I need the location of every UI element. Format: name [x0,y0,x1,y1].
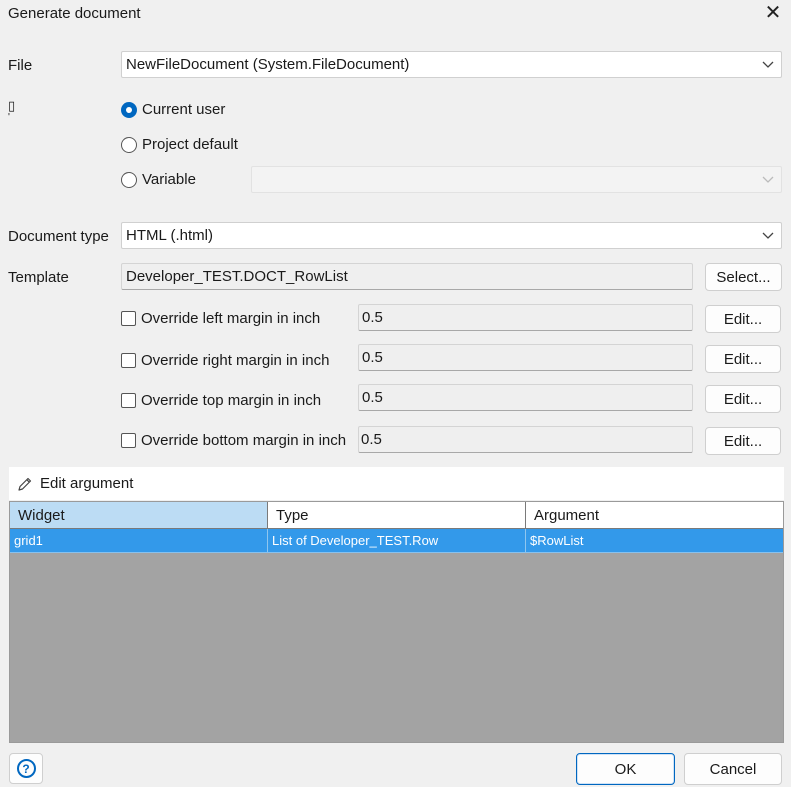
column-header-widget[interactable]: Widget [10,502,268,528]
language-label-glyph: ▯ [8,98,16,113]
radio-current-user-indicator[interactable] [121,101,137,118]
help-button[interactable]: ? [9,753,43,784]
radio-project-default[interactable]: Project default [121,136,238,153]
override-left-margin[interactable]: Override left margin in inch [121,310,320,327]
top-margin-value: 0.5 [362,389,383,406]
override-left-margin-label: Override left margin in inch [141,310,321,327]
left-margin-value: 0.5 [362,309,383,326]
file-dropdown[interactable]: NewFileDocument (System.FileDocument) [121,51,782,78]
cell-argument[interactable]: $RowList [526,529,783,552]
top-margin-edit-button[interactable]: Edit... [705,385,781,413]
right-margin-edit-button[interactable]: Edit... [705,345,781,373]
bottom-margin-edit-button[interactable]: Edit... [705,427,781,455]
right-margin-value: 0.5 [362,349,383,366]
radio-variable-label: Variable [142,171,196,188]
radio-variable[interactable]: Variable [121,171,196,188]
edit-argument-button[interactable]: Edit argument [40,475,133,492]
chevron-down-icon [762,232,774,239]
arguments-toolbar: Edit argument [9,467,784,500]
override-right-margin-checkbox[interactable] [121,353,136,368]
override-top-margin-label: Override top margin in inch [141,392,322,409]
left-margin-edit-button[interactable]: Edit... [705,305,781,333]
ok-button[interactable]: OK [576,753,675,785]
template-field: Developer_TEST.DOCT_RowList [121,263,693,290]
dialog-title: Generate document [8,5,141,22]
override-top-margin[interactable]: Override top margin in inch [121,392,321,409]
template-label: Template [8,269,69,286]
file-value: NewFileDocument (System.FileDocument) [126,56,410,73]
chevron-down-icon [762,61,774,68]
right-margin-field: 0.5 [358,344,693,371]
column-header-argument[interactable]: Argument [526,502,783,528]
radio-variable-indicator[interactable] [121,171,137,188]
radio-project-default-label: Project default [142,136,238,153]
override-bottom-margin-label: Override bottom margin in inch [141,432,347,449]
cancel-button[interactable]: Cancel [684,753,782,785]
language-label-mark: ' [8,112,10,123]
left-margin-field: 0.5 [358,304,693,331]
document-type-value: HTML (.html) [126,227,213,244]
help-icon: ? [16,759,36,778]
arguments-grid[interactable]: Widget Type Argument grid1 List of Devel… [9,501,784,743]
override-bottom-margin[interactable]: Override bottom margin in inch [121,432,346,449]
document-type-label: Document type [8,228,109,245]
table-row[interactable]: grid1 List of Developer_TEST.Row $RowLis… [10,529,783,553]
bottom-margin-value: 0.5 [361,431,382,448]
close-icon[interactable]: ✕ [762,2,784,24]
chevron-down-icon [762,176,774,183]
variable-dropdown[interactable] [251,166,782,193]
radio-current-user-label: Current user [142,101,226,118]
column-header-type[interactable]: Type [268,502,526,528]
bottom-margin-field: 0.5 [358,426,693,453]
override-bottom-margin-checkbox[interactable] [121,433,136,448]
pencil-icon [17,476,33,492]
radio-current-user[interactable]: Current user [121,101,225,118]
override-left-margin-checkbox[interactable] [121,311,136,326]
grid-header: Widget Type Argument [10,502,783,529]
radio-project-default-indicator[interactable] [121,136,137,153]
override-top-margin-checkbox[interactable] [121,393,136,408]
top-margin-field: 0.5 [358,384,693,411]
cell-widget[interactable]: grid1 [10,529,268,552]
document-type-dropdown[interactable]: HTML (.html) [121,222,782,249]
file-label: File [8,57,33,74]
template-select-button[interactable]: Select... [705,263,782,291]
override-right-margin[interactable]: Override right margin in inch [121,352,329,369]
template-value: Developer_TEST.DOCT_RowList [126,268,348,285]
cell-type[interactable]: List of Developer_TEST.Row [268,529,526,552]
override-right-margin-label: Override right margin in inch [141,352,330,369]
